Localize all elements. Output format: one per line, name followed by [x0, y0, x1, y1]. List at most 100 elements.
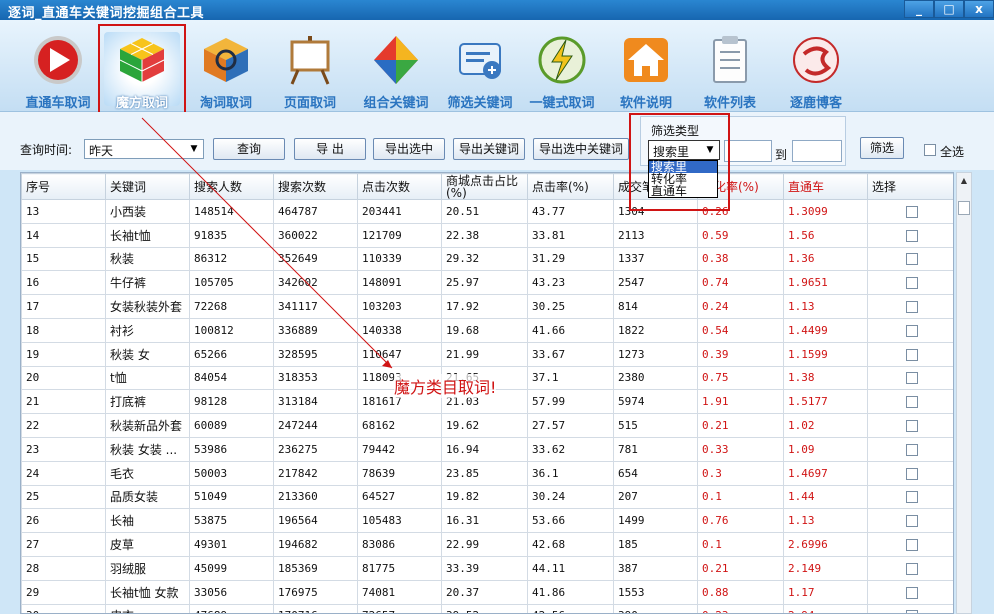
- table-cell: 1.1599: [783, 341, 868, 367]
- toolbar-item-liebiao[interactable]: 软件列表: [688, 28, 772, 112]
- row-checkbox[interactable]: [905, 205, 918, 218]
- column-header[interactable]: 搜索人数: [189, 173, 274, 200]
- column-header[interactable]: 点击次数: [357, 173, 442, 200]
- row-checkbox[interactable]: [905, 420, 918, 433]
- table-row[interactable]: 27 皮草 49301 194682 83086 22.99 42.68 185 0.1 2.69…: [21, 532, 953, 557]
- table-cell: 86312: [189, 246, 274, 272]
- table-cell: 57.99: [527, 389, 614, 415]
- row-checkbox[interactable]: [905, 562, 918, 575]
- table-cell: 33.81: [527, 222, 614, 248]
- row-checkbox[interactable]: [905, 443, 918, 456]
- row-checkbox[interactable]: [905, 610, 918, 613]
- column-header[interactable]: 选择: [867, 173, 953, 200]
- column-header[interactable]: 关键词: [105, 173, 190, 200]
- row-checkbox[interactable]: [905, 253, 918, 266]
- export-selected-keywords-button[interactable]: 导出选中关键词: [533, 138, 629, 160]
- annotation-text: 魔方类目取词!: [394, 374, 497, 398]
- maximize-button[interactable]: □: [934, 0, 964, 18]
- table-cell: 390: [613, 603, 698, 613]
- table-cell: 68162: [357, 413, 442, 438]
- table-row[interactable]: 29 长袖t恤 女款 33056 176975 74081 20.37 41.86 1553 0…: [21, 579, 953, 605]
- table-row[interactable]: 19 秋装 女 65266 328595 110647 21.99 33.67 1273 0.3…: [21, 341, 953, 367]
- row-checkbox[interactable]: [905, 277, 918, 290]
- filter-button[interactable]: 筛选: [860, 137, 904, 159]
- table-cell: 2380: [613, 365, 698, 391]
- table-cell: 1.44: [783, 484, 868, 510]
- table-cell: 352649: [273, 246, 358, 272]
- table-cell: 0.23: [697, 603, 784, 613]
- table-cell: 140338: [357, 317, 442, 343]
- row-checkbox[interactable]: [905, 491, 918, 504]
- toolbar-item-boke[interactable]: 逐鹿博客: [774, 28, 858, 112]
- table-row[interactable]: 23 秋装 女装 ... 53986 236275 79442 16.94 33.62 781…: [21, 436, 953, 462]
- table-row[interactable]: 18 衬衫 100812 336889 140338 19.68 41.66 1822 0.54…: [21, 317, 953, 343]
- table-cell: 长袖t恤 女款: [105, 579, 190, 605]
- table-cell: 5974: [613, 389, 698, 415]
- export-selected-button[interactable]: 导出选中: [373, 138, 445, 160]
- toolbar-item-taoci[interactable]: 淘词取词: [184, 28, 268, 112]
- table-row[interactable]: 26 长袖 53875 196564 105483 16.31 53.66 1499 0.76 1…: [21, 508, 953, 534]
- table-row[interactable]: 17 女装秋装外套 72268 341117 103203 17.92 30.25 814 0.…: [21, 294, 953, 319]
- column-header[interactable]: 直通车: [783, 173, 868, 200]
- row-checkbox[interactable]: [905, 586, 918, 599]
- row-checkbox[interactable]: [905, 301, 918, 314]
- query-button[interactable]: 查询: [213, 138, 285, 160]
- toolbar-item-zuhe[interactable]: 组合关键词: [354, 28, 438, 112]
- table-cell: 47689: [189, 603, 274, 613]
- table-cell: 105705: [189, 270, 274, 296]
- column-header[interactable]: 搜索次数: [273, 173, 358, 200]
- cube-icon: [204, 38, 248, 82]
- column-header[interactable]: 商城点击占比(%): [441, 173, 528, 200]
- row-checkbox[interactable]: [905, 372, 918, 385]
- table-row[interactable]: 28 羽绒服 45099 185369 81775 33.39 44.11 387 0.21 2.…: [21, 555, 953, 581]
- table-cell: 1.9651: [783, 270, 868, 296]
- table-row[interactable]: 16 牛仔裤 105705 342602 148091 25.97 43.23 2547 0.7…: [21, 270, 953, 296]
- export-keywords-button[interactable]: 导出关键词: [453, 138, 525, 160]
- table-cell: 33.39: [441, 555, 528, 581]
- row-checkbox[interactable]: [905, 324, 918, 337]
- table-row[interactable]: 14 长袖t恤 91835 360022 121709 22.38 33.81 2113 0.5…: [21, 222, 953, 248]
- column-header[interactable]: 序号: [21, 173, 106, 200]
- select-all-checkbox[interactable]: [924, 144, 936, 156]
- row-checkbox[interactable]: [905, 396, 918, 409]
- row-checkbox[interactable]: [905, 515, 918, 528]
- toolbar-label: 逐鹿博客: [789, 96, 842, 111]
- table-cell: 336889: [273, 317, 358, 343]
- row-checkbox[interactable]: [905, 348, 918, 361]
- row-checkbox[interactable]: [905, 229, 918, 242]
- table-row[interactable]: 22 秋装新品外套 60089 247244 68162 19.62 27.57 515 0.2…: [21, 413, 953, 438]
- toolbar-item-yijian[interactable]: 一键式取词: [520, 28, 604, 112]
- filter-min-input[interactable]: [724, 140, 772, 162]
- table-row[interactable]: 25 品质女装 51049 213360 64527 19.82 30.24 207 0.1 1.…: [21, 484, 953, 510]
- export-button[interactable]: 导 出: [294, 138, 366, 160]
- table-cell: 53875: [189, 508, 274, 534]
- table-cell: 26: [21, 508, 106, 534]
- column-header[interactable]: 点击率(%): [527, 173, 614, 200]
- vertical-scrollbar[interactable]: ▲: [956, 172, 972, 614]
- table-row[interactable]: 13 小西装 148514 464787 203441 20.51 43.77 1304 0.2…: [21, 199, 953, 224]
- rubiks-cube-icon: [119, 38, 165, 82]
- toolbar-item-yemian[interactable]: 页面取词: [268, 28, 352, 112]
- toolbar-item-shaixuan[interactable]: 筛选关键词: [438, 28, 522, 112]
- table-cell: 781: [613, 436, 698, 462]
- table-cell: 1273: [613, 341, 698, 367]
- filter-max-input[interactable]: [792, 140, 842, 162]
- query-time-select[interactable]: 昨天 ▼: [84, 139, 204, 159]
- table-row[interactable]: 30皮衣476891707167265739.5242.563900.232.9…: [21, 603, 953, 613]
- table-cell: 牛仔裤: [105, 270, 190, 296]
- toolbar-item-ztc[interactable]: 直通车取词: [16, 28, 100, 112]
- table-cell: 27.57: [527, 413, 614, 438]
- scroll-up-icon[interactable]: ▲: [957, 173, 971, 189]
- close-button[interactable]: x: [964, 0, 994, 18]
- minimize-button[interactable]: _: [904, 0, 934, 18]
- row-checkbox[interactable]: [905, 467, 918, 480]
- row-checkbox[interactable]: [905, 539, 918, 552]
- table-row[interactable]: 15 秋装 86312 352649 110339 29.32 31.29 1337 0.38 1…: [21, 246, 953, 272]
- toolbar-item-shuoming[interactable]: 软件说明: [604, 28, 688, 112]
- table-row[interactable]: 24 毛衣 50003 217842 78639 23.85 36.1 654 0.3 1.469…: [21, 460, 953, 486]
- table-cell: 110647: [357, 341, 442, 367]
- scroll-thumb[interactable]: [958, 201, 970, 215]
- table-cell: 110339: [357, 246, 442, 272]
- table-cell: 814: [613, 294, 698, 319]
- table-cell: 22: [21, 413, 106, 438]
